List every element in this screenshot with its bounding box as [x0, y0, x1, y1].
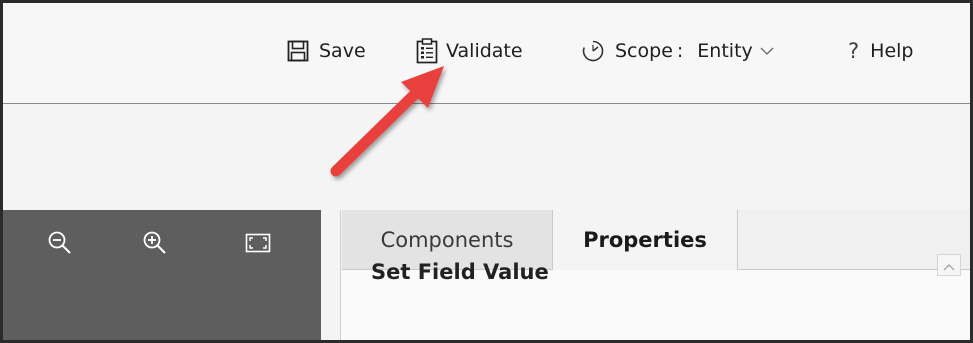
zoom-in-button[interactable]	[138, 228, 172, 262]
chevron-down-icon	[760, 46, 774, 56]
scope-gauge-icon	[581, 39, 605, 63]
clipboard-checklist-icon	[416, 38, 438, 64]
save-button[interactable]: Save	[287, 36, 366, 66]
fit-to-screen-button[interactable]	[241, 228, 275, 262]
zoom-out-icon	[47, 230, 73, 260]
scope-label: Scope	[615, 40, 673, 62]
scope-separator: :	[676, 40, 684, 62]
question-mark-icon: ?	[848, 39, 860, 63]
app-window: Save Validate Scope: Entity ? Help Comp…	[3, 3, 970, 340]
properties-panel: Components Properties Set Field Value	[340, 210, 970, 340]
save-label: Save	[319, 40, 366, 62]
zoom-in-icon	[142, 230, 168, 260]
tab-strip-filler	[739, 210, 970, 270]
help-button[interactable]: ? Help	[848, 36, 913, 66]
scope-value: Entity	[697, 40, 753, 62]
save-icon	[287, 40, 309, 62]
command-bar: Save Validate Scope: Entity ? Help	[3, 3, 970, 104]
zoom-toolbar	[3, 210, 321, 340]
tab-properties[interactable]: Properties	[552, 210, 738, 270]
scope-dropdown[interactable]: Scope : Entity	[581, 36, 774, 66]
chevron-up-icon	[943, 256, 955, 275]
fit-to-screen-icon	[245, 232, 271, 258]
section-title: Set Field Value	[371, 260, 549, 284]
validate-button[interactable]: Validate	[416, 36, 523, 66]
zoom-out-button[interactable]	[43, 228, 77, 262]
validate-label: Validate	[446, 40, 523, 62]
scroll-up-button[interactable]	[937, 254, 961, 276]
help-label: Help	[870, 40, 914, 62]
